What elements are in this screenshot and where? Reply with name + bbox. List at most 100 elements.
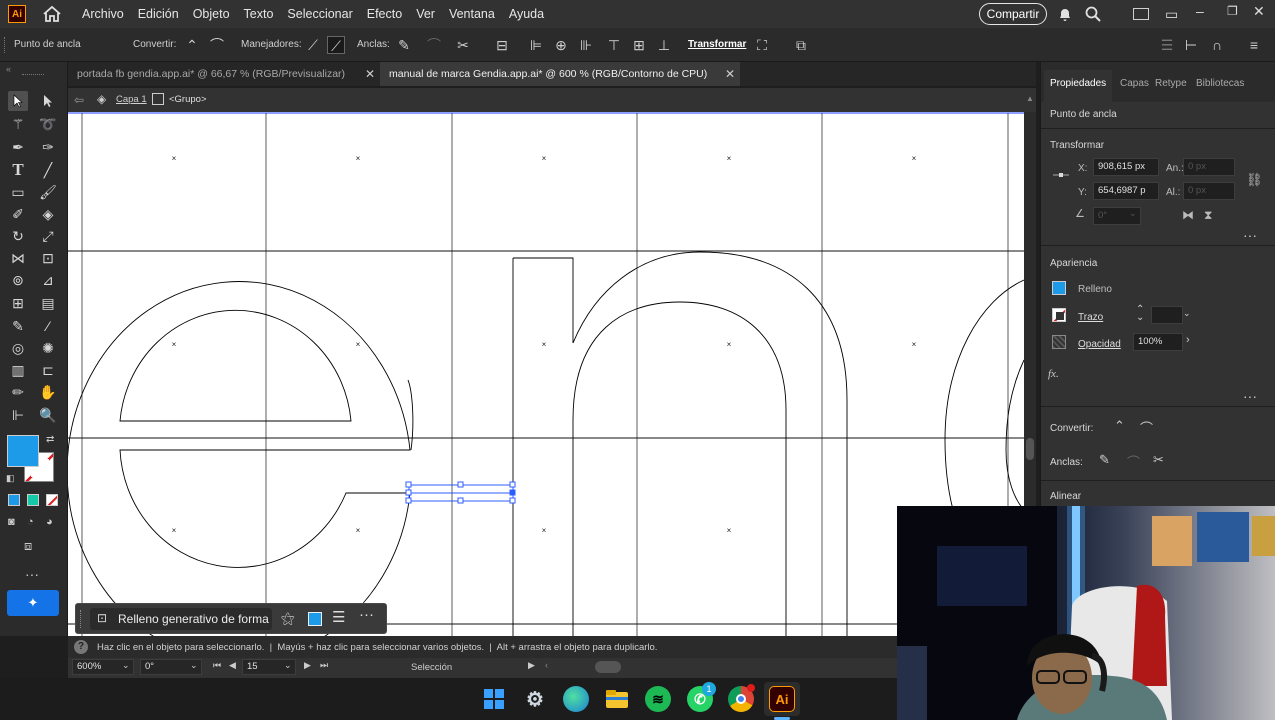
options-list-icon[interactable]: ☰ bbox=[332, 608, 345, 626]
panel-convert-smooth-icon[interactable]: ⌒ bbox=[1140, 418, 1153, 437]
shape-builder-tool-icon[interactable]: ⊚ bbox=[8, 270, 28, 290]
bell-icon[interactable] bbox=[1057, 6, 1073, 22]
edge-icon[interactable] bbox=[563, 686, 589, 712]
lasso-tool-icon[interactable]: ➰ bbox=[38, 114, 58, 134]
illustrator-icon[interactable]: Ai bbox=[769, 686, 795, 712]
generative-tool-button[interactable]: ✦ bbox=[7, 590, 59, 616]
align-bottom-icon[interactable]: ⊥ bbox=[655, 36, 673, 54]
flip-vertical-icon[interactable]: ⧗ bbox=[1204, 208, 1212, 223]
stroke-weight-dropdown-icon[interactable]: ⌄ bbox=[1183, 308, 1191, 319]
hscroll-left-arrow[interactable]: ‹ bbox=[545, 660, 548, 670]
swap-fill-stroke-icon[interactable]: ⇄ bbox=[46, 434, 54, 445]
window-close-button[interactable]: ✕ bbox=[1253, 3, 1265, 20]
connect-anchor-icon[interactable]: ⌒ bbox=[425, 36, 443, 54]
mesh-tool-icon[interactable]: ⊞ bbox=[8, 293, 28, 313]
workspace-icon[interactable] bbox=[1133, 8, 1149, 20]
grip-handle[interactable] bbox=[4, 37, 7, 53]
fx-effects-button[interactable]: fx. bbox=[1048, 368, 1059, 380]
gradient-tool-icon[interactable]: ▤ bbox=[38, 293, 58, 313]
curvature-tool-icon[interactable]: ✑ bbox=[38, 137, 58, 157]
stroke-weight-stepper-icon[interactable]: ⌃ ⌄ bbox=[1136, 305, 1144, 323]
stroke-weight-field[interactable] bbox=[1151, 306, 1183, 324]
home-icon[interactable] bbox=[42, 5, 62, 23]
convert-corner-icon[interactable]: ⌃ bbox=[183, 36, 201, 54]
help-icon[interactable]: ? bbox=[74, 640, 88, 654]
gradient-mode-icon[interactable] bbox=[27, 494, 39, 506]
tab-propiedades[interactable]: Propiedades bbox=[1050, 78, 1106, 89]
reference-point-icon[interactable] bbox=[1053, 170, 1069, 180]
fill-swatch[interactable] bbox=[7, 435, 39, 467]
isolate-icon[interactable]: ⛶ bbox=[753, 36, 771, 54]
appearance-more-icon[interactable]: ··· bbox=[1243, 388, 1257, 404]
fill-color-swatch[interactable] bbox=[1052, 281, 1066, 295]
opacity-label[interactable]: Opacidad bbox=[1078, 339, 1121, 350]
blend-tool-icon[interactable]: ◎ bbox=[8, 338, 28, 358]
retype-icon[interactable]: ⚝ bbox=[281, 610, 295, 627]
free-transform-tool-icon[interactable]: ⊡ bbox=[38, 248, 58, 268]
align-right-icon[interactable]: ⊪ bbox=[577, 36, 595, 54]
slice-tool-icon[interactable]: ✏ bbox=[8, 382, 28, 402]
panel-remove-anchor-icon[interactable]: ✎ bbox=[1099, 452, 1110, 468]
menu-ventana[interactable]: Ventana bbox=[449, 7, 495, 21]
selection-tool-icon[interactable] bbox=[8, 91, 28, 111]
color-swatch-icon[interactable] bbox=[308, 612, 322, 626]
menu-edicion[interactable]: Edición bbox=[138, 7, 179, 21]
tab-manual-close-icon[interactable]: ✕ bbox=[725, 67, 735, 81]
shaper-tool-icon[interactable]: ✐ bbox=[8, 204, 28, 224]
breadcrumb-group[interactable]: <Grupo> bbox=[169, 94, 207, 105]
panel-convert-corner-icon[interactable]: ⌃ bbox=[1114, 418, 1125, 434]
menu-objeto[interactable]: Objeto bbox=[193, 7, 230, 21]
floatbar-grip[interactable] bbox=[80, 610, 82, 628]
status-menu-icon[interactable]: ▶ bbox=[528, 660, 535, 671]
color-mode-icon[interactable] bbox=[8, 494, 20, 506]
draw-behind-icon[interactable]: ◔ bbox=[27, 516, 34, 528]
tab-bibliotecas[interactable]: Bibliotecas bbox=[1196, 78, 1254, 89]
transform-link[interactable]: Transformar bbox=[688, 39, 746, 50]
share-button[interactable]: Compartir bbox=[979, 3, 1047, 25]
artboard-tool-icon[interactable]: ⊏ bbox=[38, 360, 58, 380]
file-explorer-icon[interactable] bbox=[604, 686, 630, 712]
align-left-icon[interactable]: ⊫ bbox=[527, 36, 545, 54]
tab-retype[interactable]: Retype bbox=[1155, 78, 1187, 89]
screen-mode-icon[interactable]: ⧈ bbox=[24, 538, 32, 554]
zoom-tool-icon[interactable]: 🔍 bbox=[38, 405, 58, 425]
panel-cut-path-icon[interactable]: ✂ bbox=[1153, 452, 1164, 468]
width-field[interactable]: 0 px bbox=[1183, 158, 1235, 176]
zoom-dropdown-icon[interactable]: ⌄ bbox=[122, 660, 130, 671]
vscroll-up-arrow[interactable]: ▲ bbox=[1026, 94, 1034, 103]
edit-toolbar-icon[interactable]: ··· bbox=[25, 566, 39, 582]
magic-wand-tool-icon[interactable]: ⚚ bbox=[8, 114, 28, 134]
direct-selection-tool-icon[interactable] bbox=[38, 91, 58, 111]
width-tool-icon[interactable]: ⋈ bbox=[8, 248, 28, 268]
x-position-field[interactable]: 908,615 px bbox=[1093, 158, 1159, 176]
search-icon[interactable] bbox=[1085, 6, 1101, 22]
line-tool-icon[interactable]: ╱ bbox=[38, 160, 58, 180]
none-mode-icon[interactable] bbox=[46, 494, 58, 506]
graph-tool-icon[interactable]: ▥ bbox=[8, 360, 28, 380]
stroke-label[interactable]: Trazo bbox=[1078, 312, 1103, 323]
opacity-field[interactable]: 100% bbox=[1133, 333, 1183, 351]
draw-inside-icon[interactable]: ◕ bbox=[46, 516, 53, 528]
menu-seleccionar[interactable]: Seleccionar bbox=[287, 7, 352, 21]
first-artboard-icon[interactable]: ⏮ bbox=[213, 660, 221, 671]
scale-tool-icon[interactable]: ⤢ bbox=[38, 226, 58, 246]
stroke-color-swatch[interactable] bbox=[1052, 308, 1066, 322]
tab-portada-close-icon[interactable]: ✕ bbox=[365, 67, 375, 81]
flip-horizontal-icon[interactable]: ⧓ bbox=[1182, 208, 1194, 222]
isolate-group-icon[interactable]: ⧉ bbox=[792, 36, 810, 54]
symbol-sprayer-tool-icon[interactable]: ✺ bbox=[38, 338, 58, 358]
artboard-dropdown-icon[interactable]: ⌄ bbox=[284, 660, 292, 671]
hand-tool-icon[interactable]: ✋ bbox=[38, 382, 58, 402]
y-position-field[interactable]: 654,6987 p bbox=[1093, 182, 1159, 200]
perspective-grid-tool-icon[interactable]: ⊿ bbox=[38, 270, 58, 290]
next-artboard-icon[interactable]: ▶ bbox=[304, 660, 311, 671]
warp-icon[interactable]: ∩ bbox=[1208, 36, 1226, 54]
transform-more-icon[interactable]: ··· bbox=[1243, 227, 1257, 243]
menu-texto[interactable]: Texto bbox=[244, 7, 274, 21]
align-vcenter-icon[interactable]: ⊞ bbox=[630, 36, 648, 54]
generative-fill-button[interactable]: ⊡ Relleno generativo de forma bbox=[90, 608, 272, 630]
show-handles-icon[interactable]: ⟋ bbox=[304, 36, 322, 54]
panel-menu-icon[interactable]: ≡ bbox=[1245, 36, 1263, 54]
eyedropper-tool-icon[interactable]: ✎ bbox=[8, 316, 28, 336]
pen-tool-icon[interactable]: ✒ bbox=[8, 137, 28, 157]
